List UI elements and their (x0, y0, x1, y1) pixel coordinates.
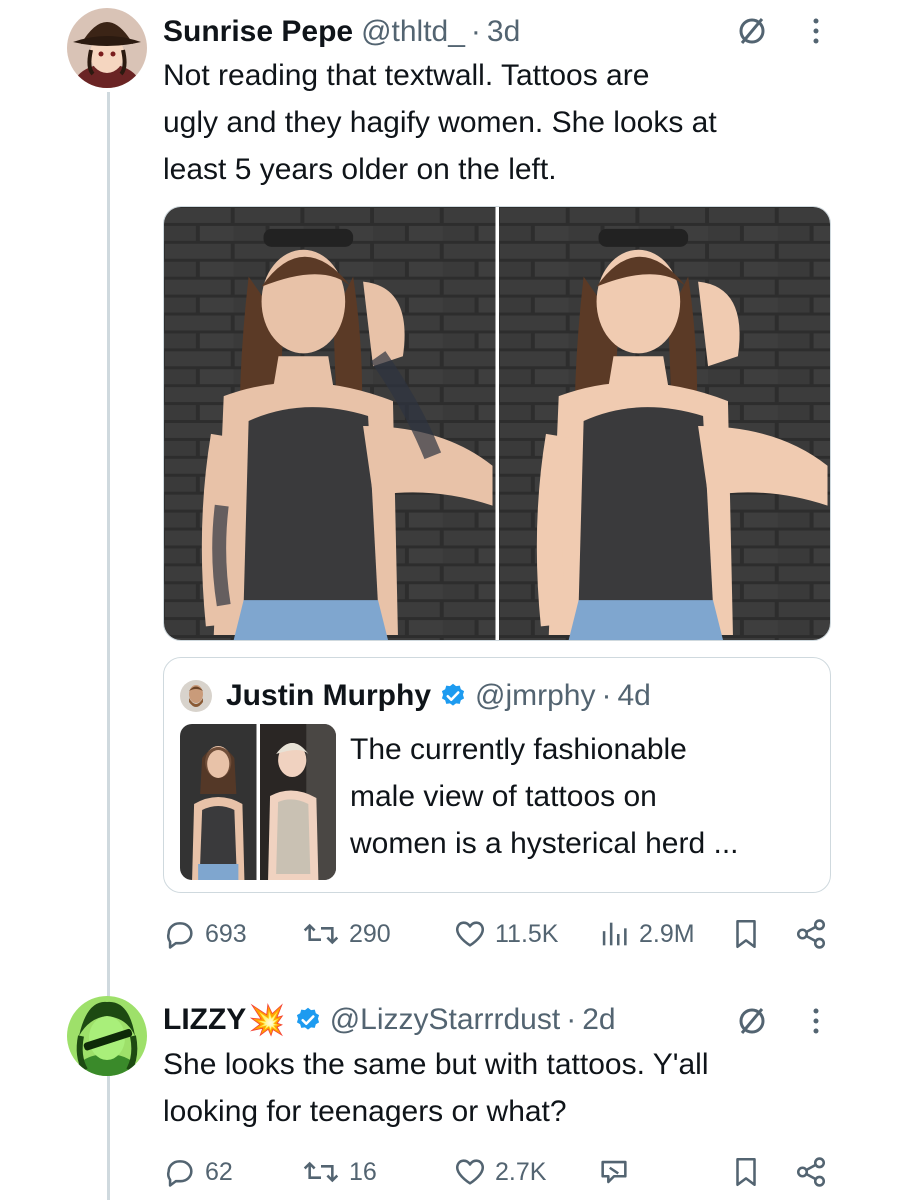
tweet-text-line: looking for teenagers or what? (163, 1095, 567, 1128)
repost-button[interactable]: 290 (301, 914, 391, 954)
verified-badge-icon (294, 1006, 322, 1034)
like-button[interactable]: 11.5K (453, 914, 558, 954)
author-handle[interactable]: @LizzyStarrrdust (330, 1003, 561, 1037)
tweet-actions: 693 290 11.5K 2.9M (163, 914, 843, 954)
quote-author-handle: @jmrphy (475, 679, 596, 712)
avatar-lizzy[interactable] (67, 996, 147, 1076)
repost-count: 290 (349, 919, 391, 948)
tweet-header: Sunrise Pepe @thltd_ · 3d (163, 12, 520, 52)
share-icon (796, 1157, 826, 1187)
share-button[interactable] (793, 1152, 829, 1192)
quote-thumb-right (259, 724, 336, 880)
views-count: 2.9M (639, 919, 695, 948)
grok-icon (601, 1160, 627, 1184)
quote-tweet-card[interactable]: Justin Murphy @jmrphy · 4d The currently… (163, 657, 831, 893)
views-bar-icon (602, 922, 627, 946)
photo-without-tattoos[interactable] (498, 207, 830, 640)
author-name[interactable]: LIZZY (163, 1003, 246, 1037)
name-emoji: 💥 (248, 1003, 286, 1037)
share-icon (796, 919, 826, 949)
separator-dot: · (566, 1003, 577, 1036)
quote-text-line: women is a hysterical herd ... (350, 827, 739, 860)
quote-text-line: male view of tattoos on (350, 780, 657, 813)
photo-with-tattoos[interactable] (164, 207, 496, 640)
bookmark-icon (736, 919, 756, 949)
quote-media-thumbnail (180, 724, 336, 880)
reply-count: 693 (205, 919, 247, 948)
tweet-actions: 62 16 2.7K (163, 1152, 843, 1192)
quote-author-name: Justin Murphy (226, 679, 432, 712)
tweet-text: Not reading that textwall. Tattoos are u… (163, 52, 717, 193)
quote-timestamp: 4d (617, 679, 651, 712)
reply-button[interactable]: 693 (163, 914, 247, 954)
repost-icon (303, 1161, 339, 1183)
tweet-text-line: ugly and they hagify women. She looks at (163, 106, 717, 139)
quote-header: Justin Murphy @jmrphy · 4d (180, 676, 651, 716)
timestamp[interactable]: 3d (487, 15, 520, 49)
reply-button[interactable]: 62 (163, 1152, 233, 1192)
heart-icon (455, 921, 485, 947)
tweet-header: LIZZY 💥 @LizzyStarrrdust · 2d (163, 1000, 616, 1040)
muted-icon[interactable] (735, 1004, 769, 1038)
author-name[interactable]: Sunrise Pepe (163, 15, 353, 49)
more-dots-icon[interactable] (806, 1004, 826, 1038)
reply-bubble-icon (167, 922, 193, 949)
avatar-justin-murphy (180, 680, 212, 712)
more-dots-icon[interactable] (806, 14, 826, 48)
bookmark-button[interactable] (729, 1152, 763, 1192)
separator-dot: · (601, 679, 612, 712)
grok-button[interactable] (597, 1152, 631, 1192)
tweet-text: She looks the same but with tattoos. Y'a… (163, 1041, 708, 1135)
author-handle[interactable]: @thltd_ (361, 15, 465, 49)
bookmark-button[interactable] (729, 914, 763, 954)
tweet-text-line: Not reading that textwall. Tattoos are (163, 59, 650, 92)
timestamp[interactable]: 2d (582, 1003, 615, 1037)
reply-bubble-icon (167, 1160, 193, 1187)
tweet-text-line: least 5 years older on the left. (163, 153, 557, 186)
like-count: 11.5K (495, 919, 559, 948)
repost-count: 16 (349, 1157, 377, 1186)
like-button[interactable]: 2.7K (453, 1152, 546, 1192)
like-count: 2.7K (495, 1157, 547, 1186)
quote-thumb-left (180, 724, 257, 880)
reply-count: 62 (205, 1157, 233, 1186)
tweet-text-line: She looks the same but with tattoos. Y'a… (163, 1048, 709, 1081)
heart-icon (455, 1159, 485, 1185)
views-button[interactable]: 2.9M (597, 914, 695, 954)
quote-text-line: The currently fashionable (350, 733, 687, 766)
separator-dot: · (470, 15, 481, 48)
repost-button[interactable]: 16 (301, 1152, 377, 1192)
quote-text: The currently fashionable male view of t… (350, 726, 739, 867)
verified-badge-icon (439, 682, 467, 710)
avatar-sunrise-pepe[interactable] (67, 8, 147, 88)
share-button[interactable] (793, 914, 829, 954)
bookmark-icon (736, 1157, 756, 1187)
repost-icon (303, 923, 339, 945)
muted-icon[interactable] (735, 14, 769, 48)
tweet-media[interactable] (163, 206, 831, 641)
